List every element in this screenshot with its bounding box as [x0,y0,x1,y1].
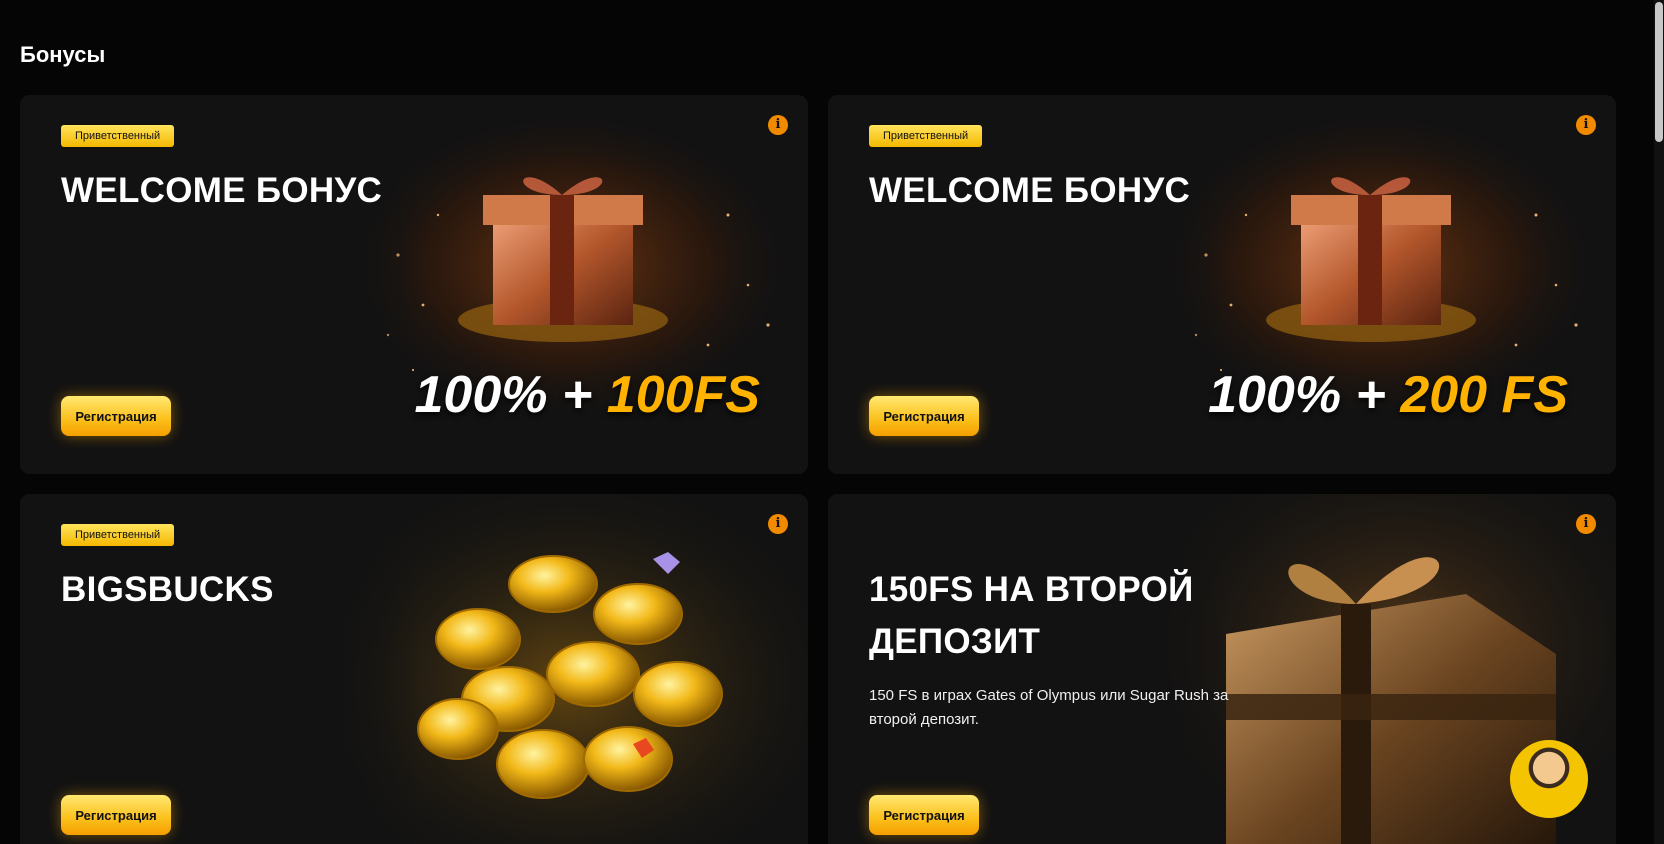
welcome-badge: Приветственный [61,125,175,147]
bonus-card-second-deposit: 150FS НА ВТОРОЙ ДЕПОЗИТ 150 FS в играх G… [828,494,1616,844]
welcome-badge: Приветственный [61,524,175,546]
welcome-badge: Приветственный [869,125,983,147]
register-button[interactable]: Регистрация [869,396,979,436]
section-title: Бонусы [20,42,106,67]
promo-main: 100% + [414,366,607,424]
bonus-card-welcome-100fs: Приветственный WELCOME БОНУС 100% + 100F… [20,95,808,474]
promo-main: 100% + [1208,366,1401,424]
info-icon[interactable]: i [1576,115,1596,135]
register-button[interactable]: Регистрация [61,795,171,835]
promo-accent: 200 FS [1400,366,1568,424]
bonus-grid: Приветственный WELCOME БОНУС 100% + 100F… [20,95,1616,844]
card-fade [828,494,1228,844]
bonuses-page: Бонусы Приветственный WELCOME БОНУС 100%… [0,0,1664,844]
promo-text: 100% + 100FS [415,365,760,425]
scrollbar[interactable] [1654,0,1664,844]
card-description: 150 FS в играх Gates of Olympus или Suga… [869,687,1229,728]
bonus-card-welcome-200fs: Приветственный WELCOME БОНУС 100% + 200 … [828,95,1616,474]
card-title: BIGSBUCKS [61,570,274,609]
register-button[interactable]: Регистрация [869,795,979,835]
register-button[interactable]: Регистрация [61,396,171,436]
info-icon[interactable]: i [1576,514,1596,534]
promo-text: 100% + 200 FS [1208,365,1568,425]
card-title: WELCOME БОНУС [61,171,383,210]
info-icon[interactable]: i [768,115,788,135]
bonus-card-bigsbucks: Приветственный BIGSBUCKS Регистрация i [20,494,808,844]
card-title: WELCOME БОНУС [869,171,1191,210]
info-icon[interactable]: i [768,514,788,534]
card-title: 150FS НА ВТОРОЙ ДЕПОЗИТ [869,570,1194,661]
promo-accent: 100FS [606,366,760,424]
support-avatar-icon[interactable] [1510,740,1588,818]
scrollbar-thumb[interactable] [1655,2,1663,142]
card-fade [20,494,420,844]
